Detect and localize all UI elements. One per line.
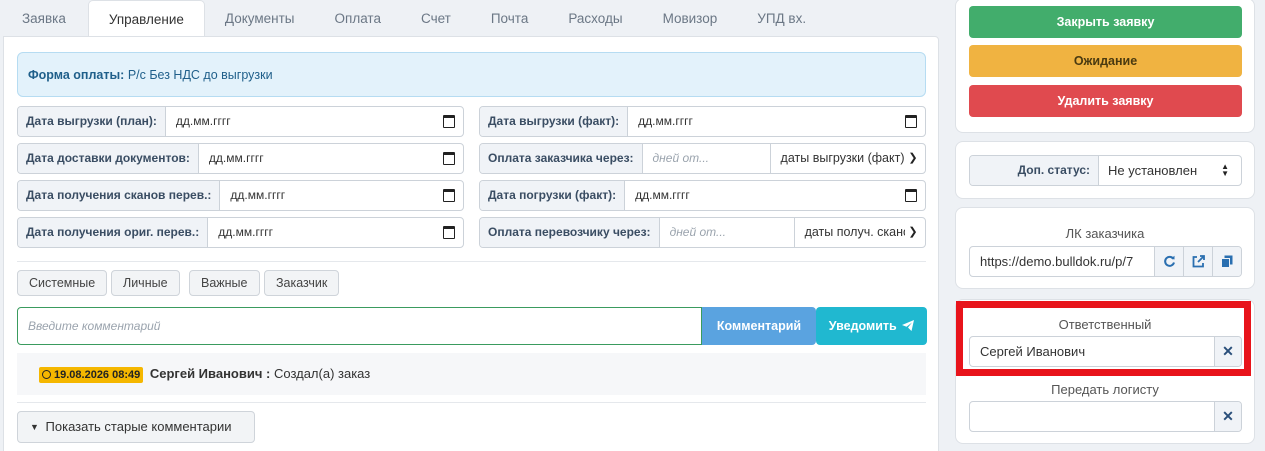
filter-customer[interactable]: Заказчик [264, 270, 340, 296]
comment-log-entry: 19.08.2026 08:49 Сергей Иванович : Созда… [17, 353, 926, 395]
unload-fact-value: дд.мм.гггг [638, 114, 693, 128]
caret-down-icon: ▼ [30, 422, 39, 432]
extra-status-label: Доп. статус: [970, 156, 1099, 185]
notify-button[interactable]: Уведомить [816, 307, 927, 345]
unload-fact-input[interactable]: дд.мм.гггг [628, 107, 925, 136]
carrier-payment-label: Оплата перевозчику через: [480, 218, 660, 247]
docs-delivery-input[interactable]: дд.мм.гггг [199, 144, 463, 173]
divider [17, 402, 926, 403]
calendar-icon[interactable] [443, 115, 455, 128]
chevron-down-icon: ❯ [905, 149, 921, 167]
calendar-icon[interactable] [443, 189, 455, 202]
log-text: Создал(а) заказ [273, 366, 371, 381]
tab-raskhody[interactable]: Расходы [548, 0, 642, 37]
filter-personal[interactable]: Личные [111, 270, 180, 296]
unload-fact-label: Дата выгрузки (факт): [480, 107, 629, 136]
highlight-box [956, 301, 1251, 376]
docs-delivery-group: Дата доставки документов: дд.мм.гггг [17, 143, 464, 174]
delete-request-button[interactable]: Удалить заявку [969, 85, 1242, 117]
tab-schet[interactable]: Счет [401, 0, 471, 37]
scans-received-value: дд.мм.гггг [230, 188, 286, 202]
unload-plan-group: Дата выгрузки (план): дд.мм.гггг [17, 106, 464, 137]
telegram-icon [902, 320, 915, 331]
customer-payment-basis-value: даты выгрузки (факт) [780, 151, 905, 165]
copy-icon[interactable] [1212, 247, 1241, 276]
actions-card: Закрыть заявку Ожидание Удалить заявку [955, 0, 1255, 133]
calendar-icon[interactable] [443, 226, 455, 239]
unload-plan-input[interactable]: дд.мм.гггг [166, 107, 463, 136]
calendar-icon[interactable] [905, 115, 917, 128]
load-fact-label: Дата погрузки (факт): [480, 181, 626, 210]
tab-zayavka[interactable]: Заявка [0, 0, 88, 37]
extra-status-select[interactable]: Не установлен ▲ ▼ [1099, 156, 1241, 185]
customer-portal-card: ЛК заказчика https://demo.bulldok.ru/p/7 [955, 207, 1255, 289]
add-comment-button[interactable]: Комментарий [702, 307, 816, 345]
tab-bar: Заявка Управление Документы Оплата Счет … [0, 0, 940, 37]
external-link-icon[interactable] [1183, 247, 1212, 276]
timestamp-text: 19.08.2026 08:49 [54, 368, 141, 381]
show-old-comments-button[interactable]: ▼ Показать старые комментарии [17, 411, 255, 443]
extra-status-value: Не установлен [1108, 163, 1198, 178]
payment-form-value: Р/с Без НДС до выгрузки [127, 68, 273, 82]
payment-form-alert: Форма оплаты: Р/с Без НДС до выгрузки [17, 52, 926, 97]
timestamp-badge: 19.08.2026 08:49 [39, 366, 144, 383]
tab-pochta[interactable]: Почта [471, 0, 549, 37]
customer-portal-link-group: https://demo.bulldok.ru/p/7 [969, 246, 1242, 277]
divider [17, 261, 926, 262]
customer-payment-basis-select[interactable]: даты выгрузки (факт) ❯ [771, 144, 925, 173]
filter-important[interactable]: Важные [189, 270, 260, 296]
transfer-title: Передать логисту [1051, 382, 1159, 397]
clear-transfer-icon[interactable]: ✕ [1214, 402, 1241, 431]
carrier-payment-basis-value: даты получ. сканов [804, 225, 917, 239]
tab-upd-vh[interactable]: УПД вх. [737, 0, 826, 37]
tab-oplata[interactable]: Оплата [315, 0, 401, 37]
transfer-logist-select[interactable]: ✕ [969, 401, 1242, 432]
docs-delivery-value: дд.мм.гггг [208, 151, 264, 165]
extra-status-group: Доп. статус: Не установлен ▲ ▼ [969, 155, 1242, 186]
carrier-payment-days-input[interactable]: дней от... [660, 218, 795, 247]
docs-delivery-label: Дата доставки документов: [18, 144, 199, 173]
calendar-icon[interactable] [443, 152, 455, 165]
tab-upravlenie[interactable]: Управление [87, 0, 205, 37]
load-fact-group: Дата погрузки (факт): дд.мм.гггг [479, 180, 926, 211]
originals-received-input[interactable]: дд.мм.гггг [208, 218, 463, 247]
comment-input[interactable]: Введите комментарий [17, 307, 702, 345]
originals-received-value: дд.мм.гггг [218, 225, 273, 239]
unload-plan-label: Дата выгрузки (план): [18, 107, 166, 136]
transfer-value [970, 402, 1214, 431]
clock-icon [42, 369, 51, 379]
management-panel: Форма оплаты: Р/с Без НДС до выгрузки Да… [3, 36, 939, 451]
tab-movizor[interactable]: Мовизор [643, 0, 738, 37]
scans-received-label: Дата получения сканов перев.: [18, 181, 221, 210]
carrier-payment-basis-select[interactable]: даты получ. сканов ❯ [795, 218, 925, 247]
filter-system[interactable]: Системные [17, 270, 108, 296]
show-old-comments-label: Показать старые комментарии [45, 419, 232, 434]
refresh-icon[interactable] [1154, 247, 1183, 276]
scans-received-input[interactable]: дд.мм.гггг [220, 181, 463, 210]
originals-received-label: Дата получения ориг. перев.: [18, 218, 209, 247]
waiting-button[interactable]: Ожидание [969, 45, 1242, 77]
unload-fact-group: Дата выгрузки (факт): дд.мм.гггг [479, 106, 926, 137]
notify-button-label: Уведомить [828, 319, 897, 333]
chevron-down-icon: ❯ [905, 223, 921, 241]
customer-payment-label: Оплата заказчика через: [480, 144, 643, 173]
extra-status-card: Доп. статус: Не установлен ▲ ▼ [955, 141, 1255, 199]
customer-payment-group: Оплата заказчика через: дней от... даты … [479, 143, 926, 174]
load-fact-value: дд.мм.гггг [635, 188, 690, 202]
close-request-button[interactable]: Закрыть заявку [969, 6, 1242, 38]
log-author: Сергей Иванович : [149, 366, 271, 381]
calendar-icon[interactable] [905, 189, 917, 202]
up-down-icon: ▲ ▼ [1221, 162, 1229, 178]
originals-received-group: Дата получения ориг. перев.: дд.мм.гггг [17, 217, 464, 248]
payment-form-label: Форма оплаты: [28, 68, 125, 82]
scans-received-group: Дата получения сканов перев.: дд.мм.гггг [17, 180, 464, 211]
customer-portal-url[interactable]: https://demo.bulldok.ru/p/7 [970, 247, 1154, 276]
carrier-payment-group: Оплата перевозчику через: дней от... дат… [479, 217, 926, 248]
load-fact-input[interactable]: дд.мм.гггг [625, 181, 925, 210]
customer-portal-title: ЛК заказчика [1065, 226, 1145, 241]
tab-dokumenty[interactable]: Документы [205, 0, 315, 37]
unload-plan-value: дд.мм.гггг [175, 114, 231, 128]
customer-payment-days-input[interactable]: дней от... [643, 144, 771, 173]
